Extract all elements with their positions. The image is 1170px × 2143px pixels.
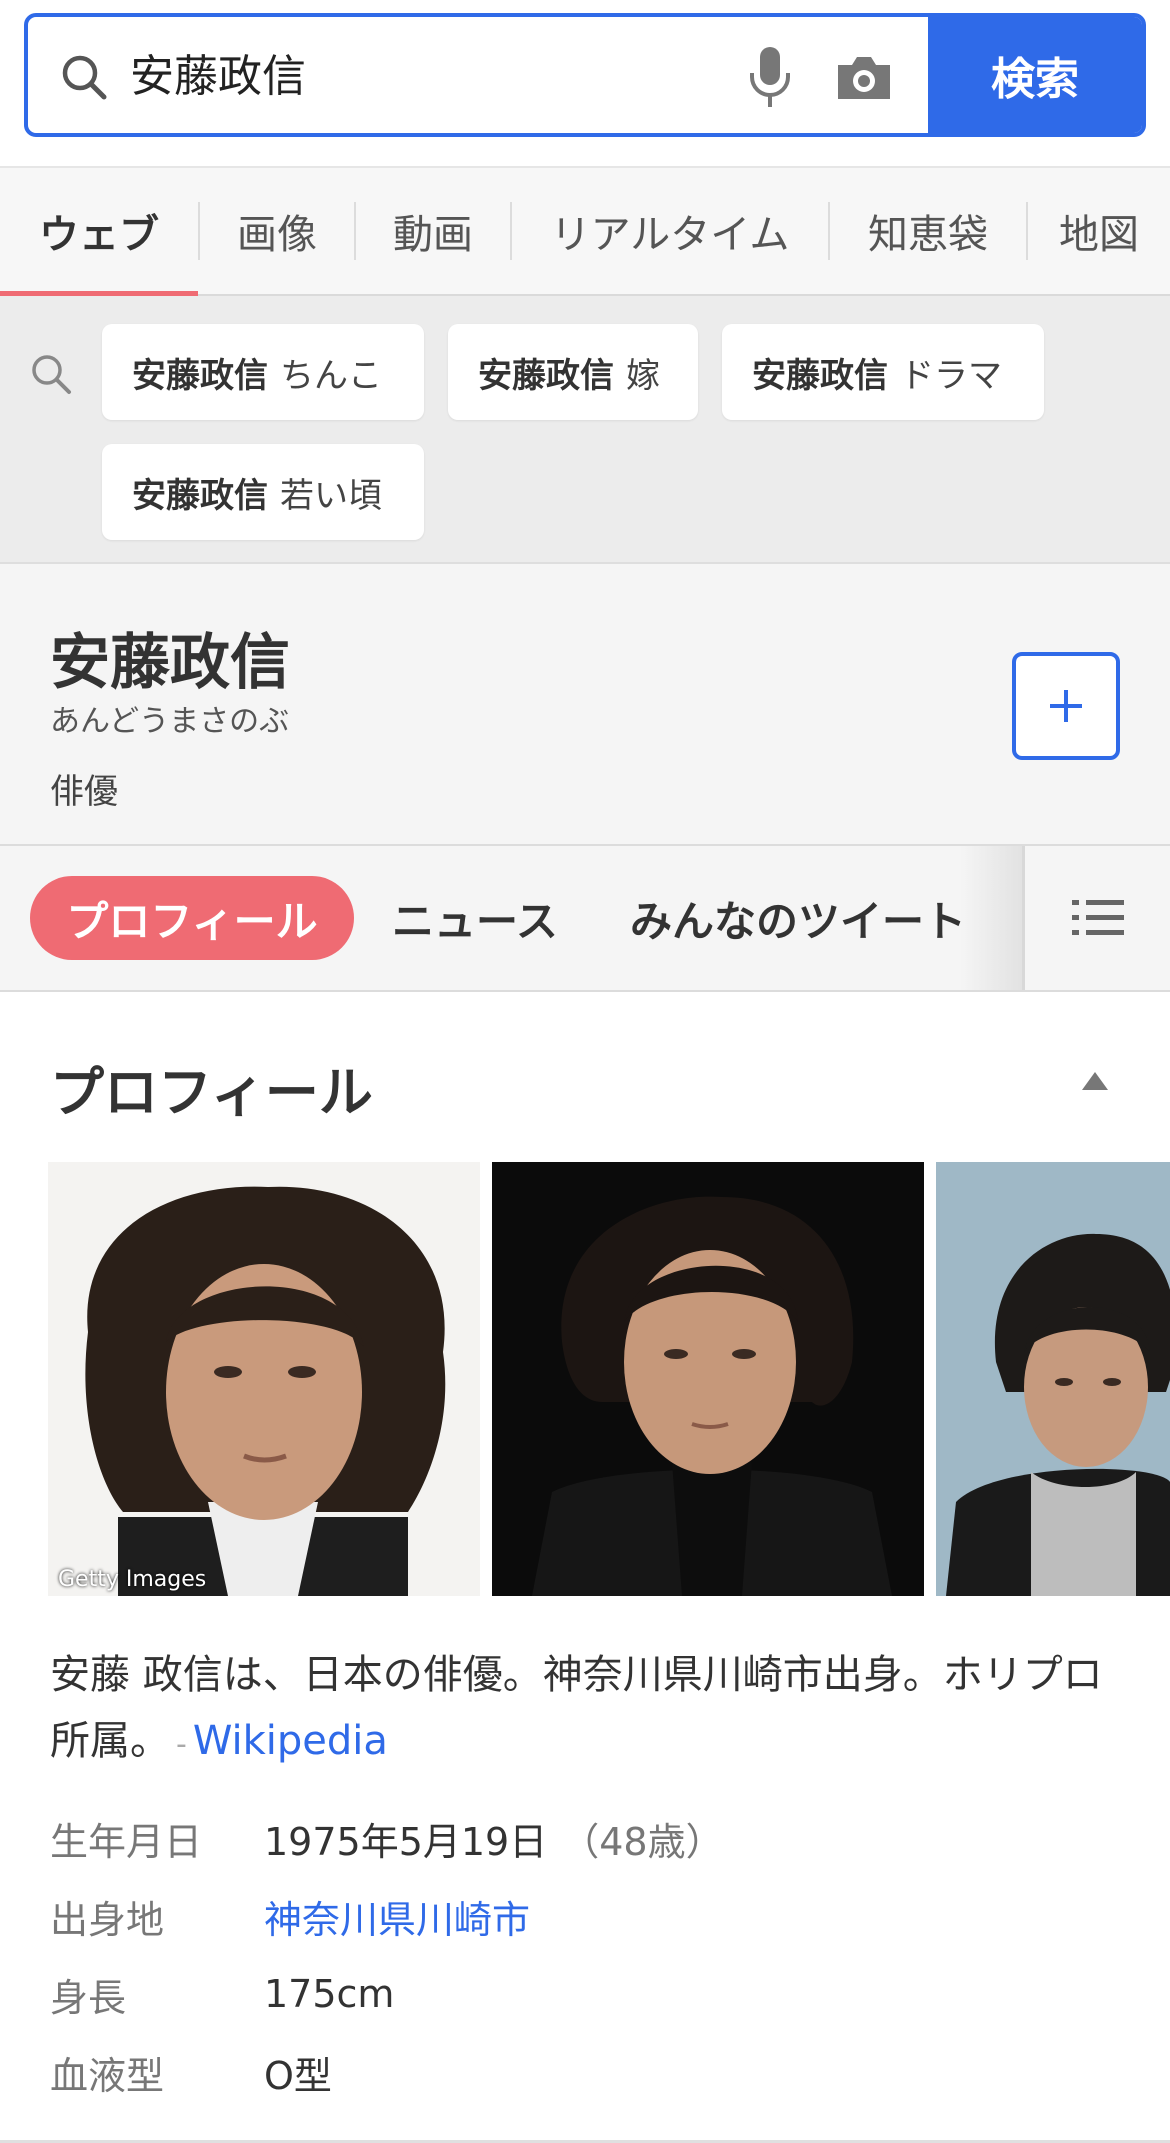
menu-divider (1022, 846, 1025, 990)
related-chip-bold: 安藤政信 (478, 355, 614, 396)
related-chip[interactable]: 安藤政信嫁 (448, 324, 698, 420)
subtab-profile[interactable]: プロフィール (30, 876, 354, 960)
info-label: 生年月日 (50, 1819, 203, 1864)
entity-name: 安藤政信 (50, 628, 290, 698)
profile-title: プロフィール (50, 1061, 373, 1124)
info-label: 出身地 (50, 1897, 165, 1942)
tab-realtime[interactable]: リアルタイム (512, 168, 828, 294)
subtab-tweets[interactable]: みんなのツイート (630, 876, 966, 960)
info-age: （48歳） (561, 1819, 724, 1864)
info-value: 1975年5月19日 (264, 1819, 548, 1864)
subtab-news[interactable]: ニュース (392, 876, 558, 960)
profile-photo[interactable] (936, 1162, 1170, 1596)
related-chip-text: 嫁 (626, 355, 660, 396)
profile-photo[interactable] (492, 1162, 924, 1596)
caret-up-icon[interactable] (1080, 1070, 1110, 1092)
list-menu-icon[interactable] (1072, 898, 1124, 938)
related-chip-bold: 安藤政信 (132, 355, 268, 396)
tab-chiebukuro[interactable]: 知恵袋 (830, 168, 1026, 294)
source-separator: - (176, 1727, 187, 1762)
info-row-birthdate: 生年月日 1975年5月19日 （48歳） (50, 1808, 724, 1868)
search-icon (32, 355, 71, 394)
scroll-fade (960, 846, 1022, 990)
entity-header: 安藤政信 あんどうまさのぶ 俳優 (0, 564, 1170, 846)
related-chip-text: ちんこ (280, 355, 382, 396)
profile-photo-image (492, 1162, 924, 1596)
profile-photo-image (48, 1162, 480, 1596)
add-button[interactable] (1012, 652, 1120, 760)
search-box: 安藤政信 検索 (24, 13, 1146, 137)
search-header: 安藤政信 検索 (0, 0, 1170, 166)
entity-subtabs: プロフィール ニュース みんなのツイート (0, 846, 1170, 992)
related-chip[interactable]: 安藤政信 ちんこ (102, 324, 424, 420)
info-row-bloodtype: 血液型 O型 (50, 2042, 332, 2102)
birthplace-link[interactable]: 神奈川県川崎市 (264, 1889, 530, 1944)
tab-videos[interactable]: 動画 (356, 168, 510, 294)
entity-type: 俳優 (50, 772, 118, 812)
tab-images[interactable]: 画像 (200, 168, 354, 294)
info-value: O型 (264, 2053, 332, 2098)
camera-icon[interactable] (834, 51, 894, 103)
related-searches: 安藤政信 ちんこ 安藤政信嫁 安藤政信 ドラマ 安藤政信 若い頃 (0, 296, 1170, 564)
tab-maps[interactable]: 地図 (1028, 168, 1170, 294)
profile-section: プロフィール Getty Images 安藤 政信は、日本の俳優。神奈川県川崎市… (0, 992, 1170, 2143)
related-chip[interactable]: 安藤政信 ドラマ (722, 324, 1044, 420)
related-chip-text: ドラマ (900, 355, 1002, 396)
profile-photo-image (936, 1162, 1170, 1596)
related-chip[interactable]: 安藤政信 若い頃 (102, 444, 424, 540)
related-chip-bold: 安藤政信 (132, 475, 268, 516)
info-label: 身長 (50, 1975, 127, 2020)
search-button[interactable]: 検索 (928, 17, 1142, 133)
info-label: 血液型 (50, 2053, 165, 2098)
search-icon (62, 55, 107, 100)
mic-icon[interactable] (744, 45, 796, 109)
related-chip-bold: 安藤政信 (752, 355, 888, 396)
search-tabs: ウェブ 画像 動画 リアルタイム 知恵袋 地図 (0, 166, 1170, 296)
search-input[interactable]: 安藤政信 (130, 45, 306, 109)
info-row-height: 身長 175cm (50, 1964, 394, 2024)
profile-photo[interactable]: Getty Images (48, 1162, 480, 1596)
wikipedia-link[interactable]: Wikipedia (193, 1718, 388, 1764)
photo-credit: Getty Images (58, 1567, 207, 1592)
info-row-birthplace: 出身地 神奈川県川崎市 (50, 1886, 530, 1946)
related-chip-text: 若い頃 (280, 475, 382, 516)
info-value: 175cm (264, 1972, 395, 2016)
tab-web[interactable]: ウェブ (0, 168, 198, 294)
profile-description: 安藤 政信は、日本の俳優。神奈川県川崎市出身。ホリプロ所属。 - Wikipedia (50, 1642, 1130, 1778)
entity-reading: あんどうまさのぶ (50, 704, 290, 739)
